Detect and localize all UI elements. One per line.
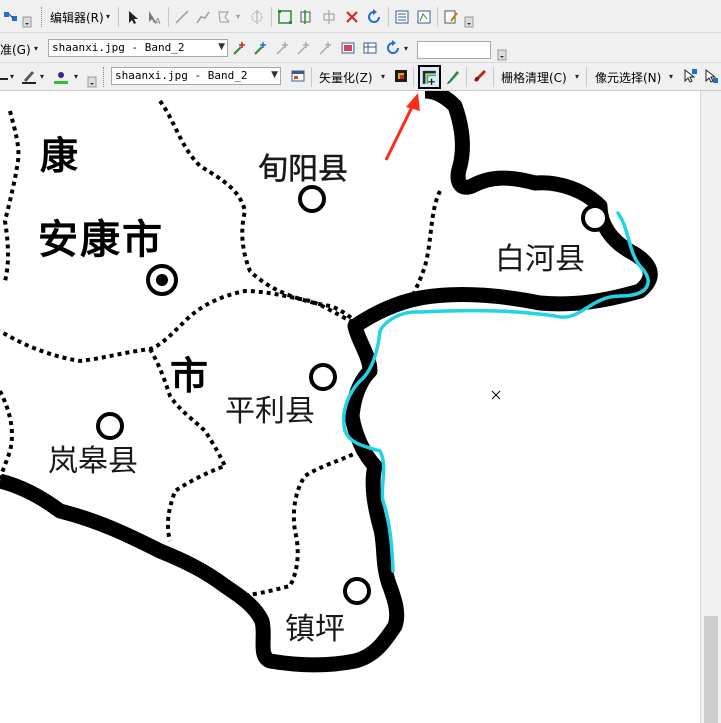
editor-menu-arrow[interactable]: ▾: [106, 12, 110, 21]
toolbar2-options-icon[interactable]: [497, 45, 507, 63]
fill-color-arrow[interactable]: ▾: [74, 72, 78, 81]
pen-color-arrow[interactable]: ▾: [40, 72, 44, 81]
delete-link-icon[interactable]: [317, 39, 335, 57]
raster-cleanup-menu-arrow[interactable]: ▾: [575, 72, 579, 81]
chevron-down-icon: ▼: [271, 70, 278, 80]
vectorization-menu[interactable]: 矢量化(Z): [319, 69, 373, 86]
kang-label: 康: [40, 133, 78, 178]
svg-text:A: A: [155, 17, 161, 25]
toolbar3-left-options-icon[interactable]: [87, 72, 97, 90]
topology-dropdown-icon[interactable]: [22, 12, 32, 30]
rotate-raster-icon[interactable]: [384, 39, 402, 57]
capital-marker: [146, 264, 178, 296]
editor-menu[interactable]: 编辑器(R): [50, 9, 104, 26]
create-features-icon[interactable]: [442, 8, 460, 26]
toolbar-grip[interactable]: [103, 67, 107, 87]
edit-tool-icon[interactable]: [124, 8, 142, 26]
vertical-scrollbar[interactable]: [700, 91, 721, 723]
shi-label: 市: [170, 353, 208, 398]
line-color-icon[interactable]: [0, 68, 10, 86]
arcscan-raster-value: shaanxi.jpg - Band_2: [115, 69, 248, 82]
cut-polygons-icon[interactable]: [298, 8, 316, 26]
straight-segment-icon[interactable]: [173, 8, 191, 26]
map-canvas[interactable]: 康 安康市 市 旬阳县 白河县 平利县 岚皋县 镇坪: [0, 91, 700, 723]
separator: [271, 7, 272, 27]
sketch-properties-icon[interactable]: [415, 8, 433, 26]
toolbar-grip[interactable]: [41, 7, 45, 27]
vectorization-settings-icon[interactable]: [289, 67, 307, 85]
line-color-arrow[interactable]: ▾: [10, 72, 14, 81]
split-icon[interactable]: [320, 8, 338, 26]
separator: [413, 67, 414, 87]
attributes-icon[interactable]: [393, 8, 411, 26]
vectorization-menu-arrow[interactable]: ▾: [381, 72, 385, 81]
cell-selection-menu-arrow[interactable]: ▾: [669, 72, 673, 81]
separator: [311, 67, 312, 87]
pen-color-icon[interactable]: [20, 67, 38, 85]
link-table-icon[interactable]: [361, 39, 379, 57]
raster-cleanup-menu[interactable]: 栅格清理(C): [501, 69, 567, 86]
add-control-points-icon[interactable]: [231, 39, 249, 57]
interactive-selection-icon[interactable]: [702, 67, 720, 85]
county-label-pingli: 平利县: [225, 394, 315, 429]
georeferencing-menu[interactable]: 准(G): [0, 41, 31, 58]
select-connected-cells-icon[interactable]: [681, 67, 699, 85]
separator: [466, 67, 467, 87]
separator: [118, 7, 119, 27]
raster-snapping-icon[interactable]: [471, 67, 489, 85]
vertices-dropdown-arrow[interactable]: ▾: [236, 12, 240, 21]
separator: [437, 7, 438, 27]
cell-selection-menu[interactable]: 像元选择(N): [595, 69, 661, 86]
scrollbar-thumb[interactable]: [704, 616, 718, 723]
split-tool-icon[interactable]: [248, 8, 266, 26]
county-label-baihe: 白河县: [495, 242, 585, 277]
topology-icon[interactable]: [2, 7, 20, 25]
rotate-icon[interactable]: [365, 8, 383, 26]
arcscan-raster-select[interactable]: shaanxi.jpg - Band_2 ▼: [111, 67, 281, 85]
red-pointer-arrow: [384, 93, 420, 161]
edit-annotation-icon[interactable]: A: [145, 8, 163, 26]
show-preview-icon[interactable]: [392, 67, 410, 85]
georeferencing-toolbar: 准(G) ▾ shaanxi.jpg - Band_2 ▼ ▾: [0, 33, 721, 63]
chevron-down-icon: ▼: [218, 42, 225, 52]
rotation-angle-input[interactable]: [417, 41, 491, 59]
separator: [168, 7, 169, 27]
select-link-icon[interactable]: [274, 39, 292, 57]
viewer-icon[interactable]: [339, 39, 357, 57]
reshape-icon[interactable]: [276, 8, 294, 26]
county-label-xunyang: 旬阳县: [258, 152, 348, 187]
separator: [388, 7, 389, 27]
delete-icon[interactable]: [343, 8, 361, 26]
fill-color-icon[interactable]: [52, 67, 70, 85]
generate-features-icon[interactable]: [444, 67, 462, 85]
separator: [586, 67, 587, 87]
county-label-langao: 岚皋县: [48, 444, 138, 479]
editor-toolbar: 编辑器(R) ▾ A ▾: [0, 0, 721, 33]
separator: [493, 67, 494, 87]
auto-register-icon[interactable]: [252, 39, 270, 57]
city-label: 安康市: [38, 216, 164, 263]
zoom-to-link-icon[interactable]: [295, 39, 313, 57]
vectorization-trace-icon: [422, 70, 436, 85]
edit-vertices-icon[interactable]: [215, 8, 233, 26]
georef-layer-value: shaanxi.jpg - Band_2: [52, 41, 185, 54]
georef-layer-select[interactable]: shaanxi.jpg - Band_2 ▼: [48, 39, 228, 57]
rotate-dropdown-arrow[interactable]: ▾: [404, 44, 408, 53]
georeferencing-menu-arrow[interactable]: ▾: [34, 44, 38, 53]
trace-icon[interactable]: [194, 8, 212, 26]
vectorization-trace-button[interactable]: [418, 65, 441, 89]
arcscan-toolbar: ▾ ▾ ▾ shaanxi.jpg - Band_2 ▼ 矢量化(Z) ▾ 栅格…: [0, 63, 721, 91]
toolbar-options-icon[interactable]: [464, 12, 474, 30]
county-label-zhenping: 镇坪: [285, 612, 345, 647]
scanned-map-image: 康 安康市 市 旬阳县 白河县 平利县 岚皋县 镇坪: [0, 91, 658, 673]
cross-cursor-icon: [491, 390, 501, 400]
